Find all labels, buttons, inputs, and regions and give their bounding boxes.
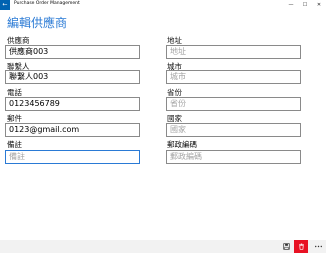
supplier-input[interactable]: 供應商003: [5, 45, 140, 59]
maximize-button[interactable]: ☐: [298, 0, 312, 10]
more-icon: [314, 245, 322, 247]
country-input[interactable]: 國家: [166, 123, 301, 137]
trash-icon: [298, 243, 304, 250]
province-input[interactable]: 省份: [166, 97, 301, 111]
maximize-icon: ☐: [302, 2, 308, 8]
window-controls: — ☐ ✕: [284, 0, 326, 10]
city-input[interactable]: 城市: [166, 70, 301, 84]
close-icon: ✕: [316, 2, 322, 8]
title-bar: ← Purchase Order Management — ☐ ✕: [0, 0, 326, 10]
more-button[interactable]: [310, 240, 326, 253]
contact-input[interactable]: 聯繫人003: [5, 70, 140, 84]
postal-code-label: 郵政編碼: [167, 140, 197, 149]
page-title: 編輯供應商: [7, 16, 68, 30]
window-title: Purchase Order Management: [14, 1, 80, 6]
delete-button[interactable]: [294, 240, 308, 253]
phone-input[interactable]: 0123456789: [5, 97, 140, 111]
remarks-label: 備註: [7, 140, 22, 149]
command-bar: [0, 240, 326, 253]
minimize-button[interactable]: —: [284, 0, 298, 10]
back-button[interactable]: ←: [0, 0, 10, 10]
back-arrow-icon: ←: [2, 1, 8, 8]
app-window: ← Purchase Order Management — ☐ ✕ 編輯供應商 …: [0, 0, 326, 253]
save-button[interactable]: [278, 240, 294, 253]
minimize-icon: —: [288, 2, 294, 8]
remarks-input[interactable]: 備註: [5, 150, 140, 164]
close-button[interactable]: ✕: [312, 0, 326, 10]
address-input[interactable]: 地址: [166, 45, 301, 59]
email-input[interactable]: 0123@gmail.com: [5, 123, 140, 137]
save-icon: [282, 242, 290, 250]
postal-code-input[interactable]: 郵政編碼: [166, 150, 301, 164]
